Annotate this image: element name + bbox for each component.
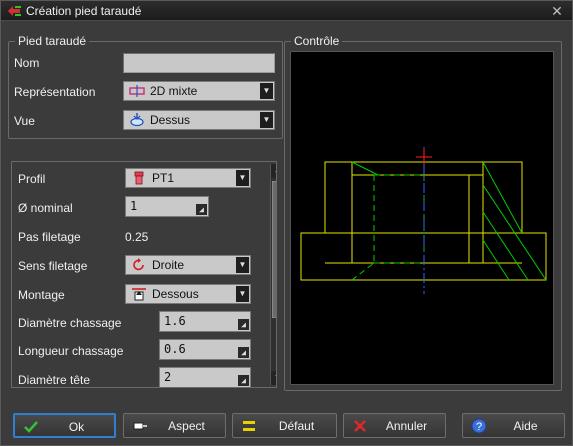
aide-button[interactable]: ? Aide [462,413,565,438]
aide-label: Aide [513,419,538,433]
scroll-thumb[interactable] [272,181,276,318]
pas-label: Pas filetage [18,230,81,244]
svg-text:?: ? [476,421,482,433]
representation-select[interactable]: 2D mixte ▼ [123,81,275,101]
chevron-down-icon: ▼ [236,286,249,302]
expand-corner-icon[interactable]: ◢ [238,319,249,330]
defaut-label: Défaut [278,419,315,433]
diam-tete-input[interactable]: 2 ◢ [159,367,251,387]
chevron-down-icon: ▼ [236,170,249,186]
ok-label: Ok [68,420,85,434]
annuler-label: Annuler [385,419,428,433]
chevron-down-icon: ▼ [260,83,273,99]
aspect-button[interactable]: Aspect [123,413,226,438]
profile-pt1-icon [134,171,144,185]
mount-below-icon [132,288,146,301]
group-controle-legend: Contrôle [291,34,343,48]
aspect-label: Aspect [168,419,205,433]
long-chassage-label: Longueur chassage [18,344,124,358]
nominal-label: Ø nominal [18,201,73,215]
expand-corner-icon[interactable]: ◢ [238,347,249,358]
nom-label: Nom [14,56,40,70]
group-pied-taraude-legend: Pied taraudé [15,34,90,48]
chevron-down-icon: ▼ [260,112,273,128]
expand-corner-icon[interactable]: ◢ [238,375,249,386]
dialog-window: Création pied taraudé ✕ Pied taraudé Nom… [0,0,573,446]
sens-select[interactable]: Droite ▼ [125,255,251,275]
nom-field[interactable] [123,53,275,73]
nominal-input[interactable]: 1 ◢ [125,196,209,217]
scroll-down-icon[interactable]: ▼ [271,371,276,385]
profil-label: Profil [18,172,46,186]
long-chassage-input[interactable]: 0.6 ◢ [159,339,251,360]
profil-select[interactable]: PT1 ▼ [125,168,251,188]
aspect-icon [133,422,147,430]
diam-tete-value: 2 [164,370,172,384]
parameters-panel[interactable]: Profil PT1 ▼ Ø nominal 1 ◢ Pas filetage … [11,161,277,388]
title-bar[interactable]: Création pied taraudé ✕ [1,1,572,21]
diam-tete-label: Diamètre tête [18,373,91,387]
nominal-value: 1 [130,199,138,213]
help-icon: ? [471,418,487,434]
sens-value: Droite [152,258,185,272]
pas-value: 0.25 [125,230,149,244]
montage-select[interactable]: Dessous ▼ [125,284,251,304]
ok-button[interactable]: Ok [13,413,116,438]
thread-drawing [300,147,547,294]
window-title: Création pied taraudé [26,4,142,18]
cancel-icon [354,420,366,432]
long-chassage-value: 0.6 [164,342,186,356]
expand-corner-icon[interactable]: ◢ [196,204,207,215]
vertical-scrollbar[interactable]: ▲ ▼ [270,164,276,385]
sens-label: Sens filetage [18,259,88,273]
app-icon [8,6,21,16]
profil-value: PT1 [152,171,175,185]
montage-label: Montage [18,288,65,302]
montage-value: Dessous [152,287,199,301]
rotate-right-icon [133,258,144,271]
hatch-lines [351,161,547,281]
origin-cross-icon [416,149,432,165]
diam-chassage-input[interactable]: 1.6 ◢ [159,311,251,332]
preview-canvas [290,51,554,385]
representation-value: 2D mixte [150,84,198,98]
chevron-down-icon: ▼ [236,257,249,273]
representation-label: Représentation [14,85,96,99]
annuler-button[interactable]: Annuler [343,413,446,438]
default-icon [243,421,255,431]
close-icon[interactable]: ✕ [550,4,564,18]
representation-2d-icon [129,85,145,97]
vue-value: Dessus [150,113,191,127]
hidden-lines [351,174,425,281]
diam-chassage-value: 1.6 [164,314,186,328]
vue-label: Vue [14,114,35,128]
view-top-icon [130,113,144,127]
scroll-up-icon[interactable]: ▲ [271,164,276,178]
vue-select[interactable]: Dessus ▼ [123,110,275,130]
defaut-button[interactable]: Défaut [232,413,337,438]
diam-chassage-label: Diamètre chassage [18,316,122,330]
check-icon [24,421,38,433]
